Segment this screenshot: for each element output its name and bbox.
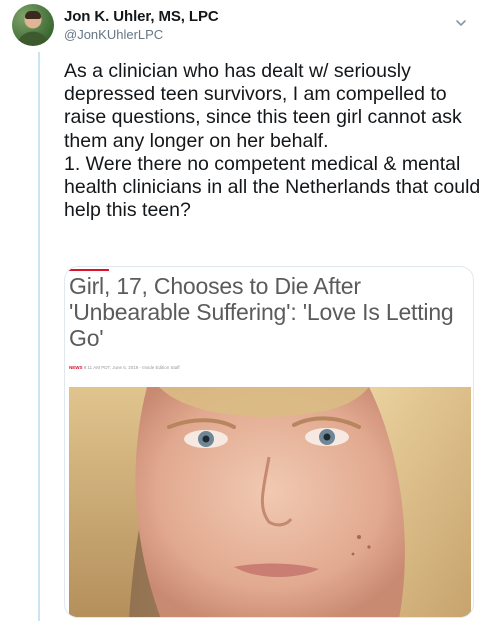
article-meta: NEWS 9:11 AM PDT, June 5, 2019 - Inside …	[69, 365, 180, 370]
article-photo	[69, 387, 471, 617]
portrait-photo-illustration	[69, 387, 471, 617]
article-title: Girl, 17, Chooses to Die After 'Unbearab…	[69, 273, 454, 351]
avatar-hair-shape	[25, 11, 41, 19]
article-red-rule	[69, 269, 109, 271]
author-name[interactable]: Jon K. Uhler, MS, LPC	[64, 8, 219, 25]
tweet-body: As a clinician who has dealt w/ seriousl…	[64, 60, 484, 222]
tweet-paragraph-2: 1. Were there no competent medical & men…	[64, 152, 481, 222]
article-category-tag: NEWS	[69, 365, 83, 370]
author-handle[interactable]: @JonKUhlerLPC	[64, 27, 163, 42]
chevron-down-icon[interactable]	[454, 18, 468, 28]
tweet-paragraph-1: As a clinician who has dealt w/ seriousl…	[64, 60, 462, 152]
article-screenshot-card[interactable]: Girl, 17, Chooses to Die After 'Unbearab…	[64, 266, 474, 618]
thread-connector-line	[38, 52, 40, 621]
author-avatar[interactable]	[12, 4, 54, 46]
article-byline: 9:11 AM PDT, June 5, 2019 - Inside Editi…	[83, 365, 180, 370]
